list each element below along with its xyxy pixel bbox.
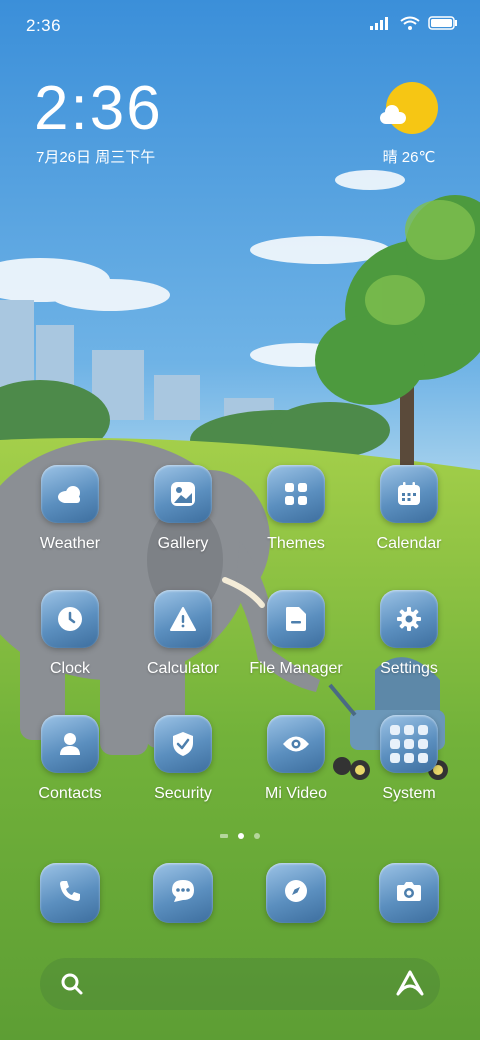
folder-icon <box>267 590 325 648</box>
app-label: File Manager <box>249 660 343 677</box>
app-label: Settings <box>380 660 438 677</box>
weather-widget[interactable]: 晴 26℃ <box>376 82 446 166</box>
clock-icon <box>41 590 99 648</box>
app-label: System <box>382 785 436 802</box>
warning-icon <box>154 590 212 648</box>
app-contacts[interactable]: Contacts <box>20 715 120 803</box>
shield-icon <box>154 715 212 773</box>
compass-icon <box>284 879 308 908</box>
app-label: Calendar <box>376 535 442 552</box>
calendar-icon <box>380 465 438 523</box>
app-settings[interactable]: Settings <box>359 590 459 678</box>
app-label: Weather <box>39 535 101 552</box>
image-icon <box>154 465 212 523</box>
app-mi-video[interactable]: Mi Video <box>246 715 346 803</box>
weather-widget-text: 晴 26℃ <box>382 149 436 166</box>
app-label: Contacts <box>38 785 102 802</box>
signal-icon <box>370 16 392 35</box>
wifi-icon <box>400 16 420 35</box>
clock-widget-time[interactable]: 2:36 <box>34 78 163 140</box>
page-indicator[interactable] <box>200 830 280 842</box>
battery-icon <box>428 16 458 35</box>
folder-grid-icon <box>380 715 438 773</box>
message-icon <box>170 878 196 909</box>
dock-camera[interactable] <box>379 863 439 923</box>
app-label: Themes <box>267 535 325 552</box>
app-label: Security <box>154 785 212 802</box>
app-label: Calculator <box>146 660 220 677</box>
app-security[interactable]: Security <box>133 715 233 803</box>
page-dot <box>254 833 260 839</box>
grid-icon <box>267 465 325 523</box>
app-folder-system[interactable]: System <box>359 715 459 803</box>
page-dot <box>220 834 228 838</box>
app-file-manager[interactable]: File Manager <box>246 590 346 678</box>
app-clock[interactable]: Clock <box>20 590 120 678</box>
app-label: Mi Video <box>265 785 327 802</box>
dock-browser[interactable] <box>266 863 326 923</box>
search-bar[interactable] <box>40 958 440 1010</box>
app-calculator[interactable]: Calculator <box>133 590 233 678</box>
camera-icon <box>396 880 422 907</box>
cloud-icon <box>41 465 99 523</box>
eye-icon <box>267 715 325 773</box>
app-label: Clock <box>49 660 90 677</box>
app-calendar[interactable]: Calendar <box>359 465 459 553</box>
status-bar: 2:36 <box>0 0 480 50</box>
app-weather[interactable]: Weather <box>20 465 120 553</box>
clock-widget-date: 7月26日 周三下午 <box>36 149 156 166</box>
sun-cloud-icon <box>380 82 438 134</box>
app-themes[interactable]: Themes <box>246 465 346 553</box>
search-icon <box>60 972 84 1001</box>
dock-phone[interactable] <box>40 863 100 923</box>
app-gallery[interactable]: Gallery <box>133 465 233 553</box>
person-icon <box>41 715 99 773</box>
status-time: 2:36 <box>26 16 62 35</box>
page-dot-active <box>238 833 244 839</box>
assistant-icon[interactable] <box>396 970 424 1001</box>
status-icons <box>370 16 458 35</box>
phone-icon <box>58 879 82 908</box>
app-label: Gallery <box>157 535 209 552</box>
dock-messages[interactable] <box>153 863 213 923</box>
gear-icon <box>380 590 438 648</box>
